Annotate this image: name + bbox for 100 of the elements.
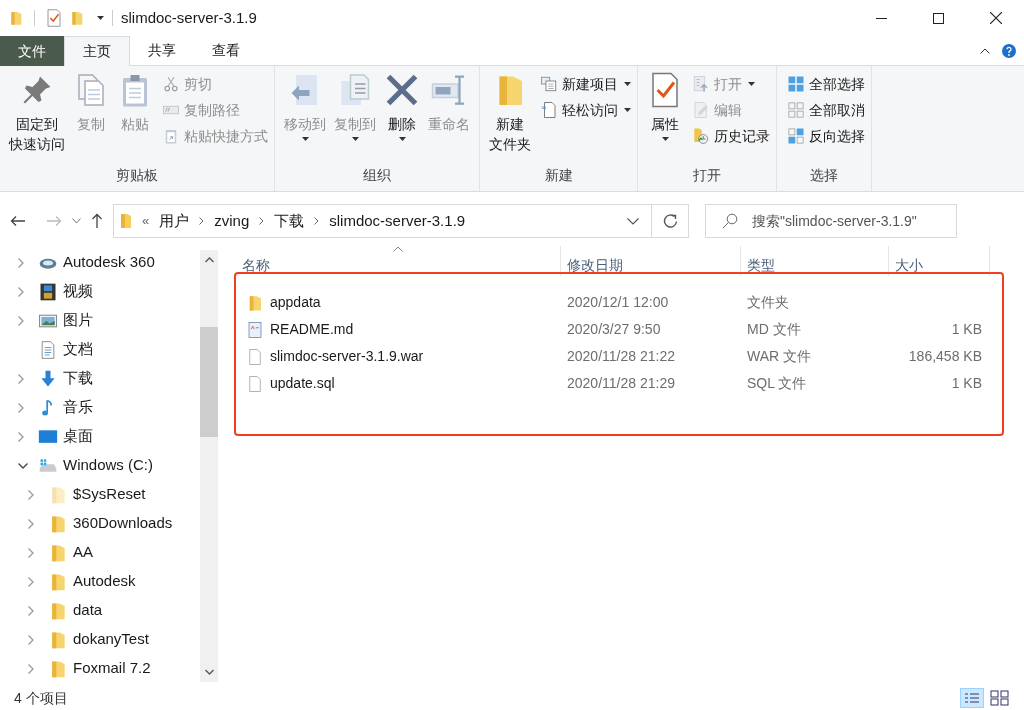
ribbon-button[interactable]: 轻松访问 xyxy=(540,98,631,122)
tree-item[interactable]: dokanyTest xyxy=(73,628,149,651)
chevron-right-icon[interactable] xyxy=(259,217,265,225)
dropdown-caret-icon xyxy=(624,108,631,112)
address-field[interactable]: « 用户 zving 下载 slimdoc-server-3.1.9 xyxy=(113,204,689,238)
file-name[interactable]: README.md xyxy=(270,319,354,340)
forward-arrow-icon[interactable] xyxy=(46,215,62,227)
blank-document-icon xyxy=(246,347,264,366)
chevron-right-icon[interactable] xyxy=(28,576,34,587)
tree-item[interactable]: Autodesk xyxy=(73,570,136,593)
ribbon-button[interactable]: 反向选择 xyxy=(787,124,865,148)
chevron-right-icon[interactable] xyxy=(28,489,34,500)
scissors-icon xyxy=(162,75,180,93)
folder-icon xyxy=(120,213,132,229)
file-size: 1 KB xyxy=(951,321,982,337)
scrollbar-thumb[interactable] xyxy=(200,327,218,437)
tree-item[interactable]: $SysReset xyxy=(73,483,146,506)
tree-item[interactable]: 图片 xyxy=(63,309,93,332)
blank-document-icon xyxy=(246,374,264,393)
file-name[interactable]: update.sql xyxy=(270,373,335,394)
breadcrumb[interactable]: 下载 xyxy=(274,209,305,233)
scrollbar[interactable] xyxy=(200,250,218,682)
chevron-right-icon[interactable] xyxy=(314,217,320,225)
up-arrow-icon[interactable] xyxy=(91,213,103,229)
modified-date: 2020/11/28 21:29 xyxy=(567,375,675,391)
help-icon[interactable] xyxy=(1002,43,1016,58)
file-type: MD 文件 xyxy=(747,321,801,337)
dropdown-caret-icon xyxy=(351,137,359,141)
group-label: 新建 xyxy=(543,166,574,185)
column-header[interactable]: 大小 xyxy=(889,246,990,276)
breadcrumb[interactable]: 用户 xyxy=(159,209,190,233)
chevron-right-icon[interactable] xyxy=(28,518,34,529)
tree-item[interactable]: 下载 xyxy=(63,367,93,390)
column-header[interactable]: 名称 xyxy=(236,246,561,276)
tree-item[interactable]: AA xyxy=(73,541,93,564)
ribbon-button[interactable]: 全部选择 xyxy=(787,72,865,96)
chevron-right-icon[interactable] xyxy=(18,431,24,442)
modified-date: 2020/11/28 21:22 xyxy=(567,348,675,364)
chevron-right-icon[interactable] xyxy=(18,373,24,384)
dropdown-caret-icon xyxy=(661,137,669,141)
file-size: 186,458 KB xyxy=(908,348,982,364)
ribbon-button[interactable]: 新建项目 xyxy=(540,72,631,96)
dropdown-caret-icon xyxy=(624,82,631,86)
large-icons-view-icon[interactable] xyxy=(990,690,1010,706)
file-name[interactable]: appdata xyxy=(270,292,321,313)
ribbon-button[interactable]: 新建 文件夹 xyxy=(486,72,534,154)
new-item-icon xyxy=(540,75,558,93)
breadcrumb[interactable]: zving xyxy=(214,209,250,233)
details-view-icon[interactable] xyxy=(960,688,984,708)
ribbon-tab[interactable]: 主页 xyxy=(64,36,130,66)
ribbon-button[interactable]: 固定到 快速访问 xyxy=(6,72,68,154)
film-icon xyxy=(38,281,58,302)
ribbon-button[interactable]: 属性 xyxy=(644,72,686,141)
open-icon xyxy=(692,75,710,93)
tree-item[interactable]: 视频 xyxy=(63,280,93,303)
document-icon xyxy=(540,101,558,119)
chevron-down-icon[interactable] xyxy=(627,217,639,225)
tree-item[interactable]: 文档 xyxy=(63,338,93,361)
chevron-right-icon[interactable] xyxy=(18,402,24,413)
overflow-chevrons[interactable]: « xyxy=(142,211,150,231)
markdown-document-icon xyxy=(246,320,264,339)
ribbon-button[interactable]: 删除 xyxy=(381,72,423,141)
chevron-right-icon[interactable] xyxy=(199,217,205,225)
ribbon-button[interactable]: 全部取消 xyxy=(787,98,865,122)
chevron-right-icon[interactable] xyxy=(28,605,34,616)
tree-item[interactable]: 360Downloads xyxy=(73,512,173,535)
file-size: 1 KB xyxy=(951,375,982,391)
tree-item[interactable]: 音乐 xyxy=(63,396,93,419)
chevron-right-icon[interactable] xyxy=(28,663,34,674)
tree-item[interactable]: 桌面 xyxy=(63,425,93,448)
ribbon-button[interactable]: 历史记录 xyxy=(692,124,770,148)
chevron-right-icon[interactable] xyxy=(28,634,34,645)
chevron-down-icon[interactable] xyxy=(18,462,28,469)
chevron-right-icon[interactable] xyxy=(18,257,24,268)
edit-document-icon xyxy=(692,101,710,119)
ribbon-tab[interactable]: 文件 xyxy=(0,36,64,66)
group-label: 组织 xyxy=(362,166,392,185)
modified-date: 2020/12/1 12:00 xyxy=(567,294,669,310)
chevron-right-icon[interactable] xyxy=(18,315,24,326)
minimize-icon xyxy=(876,17,887,19)
dropdown-caret-icon xyxy=(301,137,309,141)
grid-icon xyxy=(787,101,805,119)
chevron-right-icon[interactable] xyxy=(28,547,34,558)
group-label: 选择 xyxy=(809,166,839,185)
column-header[interactable]: 类型 xyxy=(741,246,889,276)
chevron-right-icon[interactable] xyxy=(18,286,24,297)
column-header[interactable]: 修改日期 xyxy=(561,246,741,276)
tree-item[interactable]: Autodesk 360 xyxy=(63,251,155,274)
breadcrumb[interactable]: slimdoc-server-3.1.9 xyxy=(329,209,466,233)
rename-icon xyxy=(431,72,467,108)
collapse-ribbon-icon[interactable] xyxy=(980,47,990,54)
scroll-up-icon[interactable] xyxy=(204,257,214,263)
tree-item[interactable]: data xyxy=(73,599,103,622)
tree-item[interactable]: Foxmail 7.2 xyxy=(73,657,151,680)
scroll-down-icon[interactable] xyxy=(204,669,214,675)
search-field[interactable]: 搜索"slimdoc-server-3.1.9" xyxy=(705,204,957,238)
file-name[interactable]: slimdoc-server-3.1.9.war xyxy=(270,346,424,367)
back-arrow-icon[interactable] xyxy=(10,215,26,227)
tree-item[interactable]: Windows (C:) xyxy=(63,454,153,477)
item-count: 4 个项目 xyxy=(14,688,68,708)
